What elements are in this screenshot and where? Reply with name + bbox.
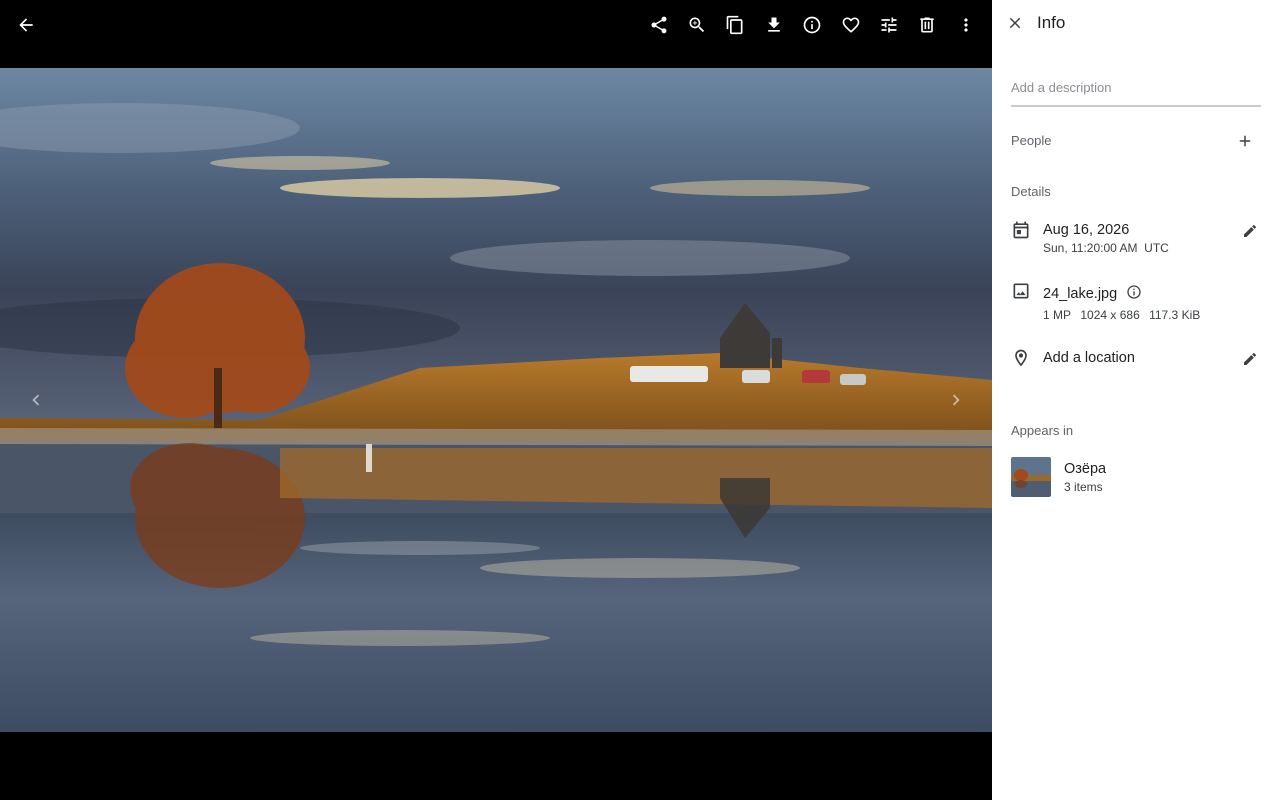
trash-icon — [920, 17, 934, 33]
next-photo-button[interactable] — [940, 384, 972, 416]
time-text: Sun, 11:20:00 AM UTC — [1043, 241, 1169, 255]
appears-in-label: Appears in — [1011, 423, 1074, 438]
info-icon — [803, 16, 821, 34]
back-button[interactable] — [7, 6, 45, 44]
panel-title: Info — [1037, 13, 1066, 32]
add-location-link[interactable]: Add a location — [1043, 350, 1135, 366]
pencil-icon — [1244, 352, 1257, 365]
heart-icon — [842, 17, 860, 33]
more-button[interactable] — [947, 6, 985, 44]
details-label: Details — [1011, 184, 1051, 199]
file-size: 117.3 KiB — [1149, 308, 1201, 322]
copy-button[interactable] — [716, 6, 754, 44]
info-button[interactable] — [793, 6, 831, 44]
file-info-button[interactable] — [1126, 284, 1144, 302]
add-people-button[interactable] — [1232, 128, 1258, 154]
info-panel-header: Info — [992, 0, 1280, 46]
date-text: Aug 16, 2026 — [1043, 222, 1130, 238]
chevron-left-icon — [32, 394, 40, 406]
lake-photo-image — [0, 68, 992, 732]
file-megapixels: 1 MP — [1043, 308, 1072, 322]
photo-viewer — [0, 0, 992, 800]
album-count: 3 items — [1064, 480, 1103, 494]
close-icon — [1009, 17, 1021, 29]
pencil-icon — [1244, 224, 1257, 237]
delete-button[interactable] — [908, 6, 946, 44]
info-panel: Info People Details Aug 16, 2026 Sun, 11… — [992, 0, 1280, 800]
edit-location-button[interactable] — [1240, 349, 1260, 369]
viewer-toolbar — [0, 0, 992, 52]
calendar-icon — [1011, 220, 1031, 240]
edit-button[interactable] — [870, 6, 908, 44]
favorite-button[interactable] — [832, 6, 870, 44]
file-name: 24_lake.jpg — [1043, 286, 1118, 302]
plus-icon — [1239, 135, 1251, 147]
photo[interactable] — [0, 68, 992, 732]
file-meta: 1 MP 1024 x 686 117.3 KiB — [1043, 308, 1206, 322]
zoom-button[interactable] — [678, 6, 716, 44]
file-dimensions: 1024 x 686 — [1080, 308, 1140, 322]
edit-date-button[interactable] — [1240, 221, 1260, 241]
more-vert-icon — [964, 18, 968, 32]
image-icon — [1011, 281, 1031, 301]
download-icon — [768, 17, 780, 32]
people-label: People — [1011, 133, 1052, 148]
album-name: Озёра — [1064, 461, 1107, 477]
arrow-back-icon — [19, 18, 33, 32]
previous-photo-button[interactable] — [20, 384, 52, 416]
close-info-button[interactable] — [1000, 8, 1030, 38]
tune-icon — [881, 17, 897, 33]
info-outline-icon — [1127, 285, 1141, 299]
chevron-right-icon — [952, 394, 960, 406]
copy-icon — [726, 15, 743, 35]
location-pin-icon — [1011, 348, 1031, 368]
share-button[interactable] — [640, 6, 678, 44]
album-thumbnail — [1011, 457, 1051, 497]
album-item[interactable]: Озёра 3 items — [1011, 457, 1261, 497]
download-button[interactable] — [755, 6, 793, 44]
description-input[interactable] — [1011, 76, 1261, 107]
share-icon — [651, 16, 667, 34]
zoom-in-icon — [689, 17, 705, 33]
